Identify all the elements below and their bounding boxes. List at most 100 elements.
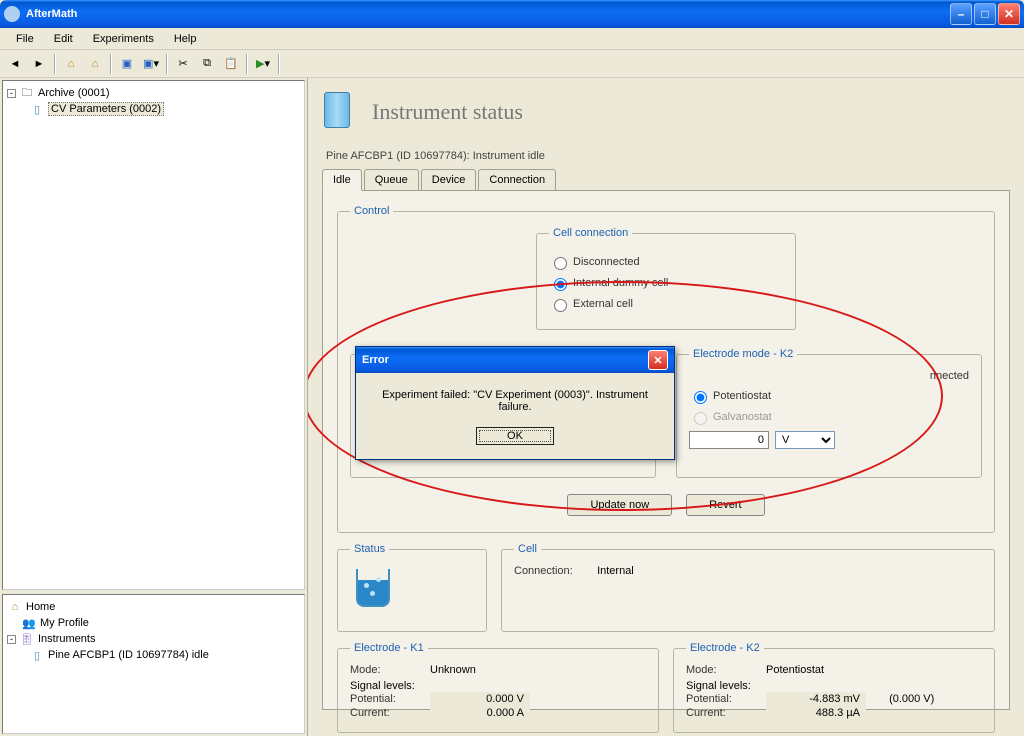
save-dropdown-button[interactable]: ▣▾ — [140, 53, 162, 75]
k2-mode-label: Mode: — [686, 664, 766, 676]
k2-pot-value: -4.883 mV — [766, 692, 866, 706]
nav-home[interactable]: ⌂ Home — [7, 599, 300, 615]
nav-pine-label: Pine AFCBP1 (ID 10697784) idle — [48, 649, 209, 661]
nav-myprofile[interactable]: 👥 My Profile — [7, 615, 300, 631]
menu-experiments[interactable]: Experiments — [83, 31, 164, 47]
nav-forward-button[interactable]: ► — [28, 53, 50, 75]
k2-partial-text: nnected — [689, 370, 969, 382]
error-dialog: Error ✕ Experiment failed: "CV Experimen… — [355, 346, 675, 460]
cylinder-icon: ▯ — [29, 648, 45, 662]
archive-icon: 🗀 — [19, 86, 35, 100]
window-close-button[interactable]: ✕ — [998, 3, 1020, 25]
control-legend: Control — [350, 205, 393, 217]
home-icon: ⌂ — [92, 58, 99, 70]
home-button[interactable]: ⌂ — [60, 53, 82, 75]
page-title: Instrument status — [372, 99, 523, 125]
revert-button[interactable]: Revert — [686, 494, 764, 516]
copy-button[interactable]: ⧉ — [196, 53, 218, 75]
nav-instruments[interactable]: - 🎚 Instruments — [7, 631, 300, 647]
nav-myprofile-label: My Profile — [40, 617, 89, 629]
page-header: Instrument status — [324, 92, 1016, 132]
radio-k2-galv-label: Galvanostat — [713, 411, 772, 423]
arrow-left-icon: ◄ — [10, 58, 21, 70]
radio-external[interactable]: External cell — [549, 296, 783, 312]
tree-node-cvparams[interactable]: ▯ CV Parameters (0002) — [7, 101, 300, 117]
cell-status-fieldset: Cell Connection: Internal — [501, 543, 995, 632]
dialog-titlebar[interactable]: Error ✕ — [356, 347, 674, 373]
profile-icon: 👥 — [21, 616, 37, 630]
nav-tree[interactable]: ⌂ Home 👥 My Profile - 🎚 Instruments ▯ Pi… — [2, 594, 305, 734]
beaker-icon — [356, 569, 392, 613]
home-alt-button[interactable]: ⌂ — [84, 53, 106, 75]
dialog-ok-button[interactable]: OK — [476, 427, 554, 445]
tree-collapse-icon[interactable]: - — [7, 89, 16, 98]
disk-icon: ▣ — [143, 57, 153, 70]
tab-idle[interactable]: Idle — [322, 169, 362, 191]
paste-icon: 📋 — [224, 57, 238, 70]
nav-back-button[interactable]: ◄ — [4, 53, 26, 75]
cell-conn-label: Connection: — [514, 565, 594, 577]
arrow-right-icon: ► — [34, 58, 45, 70]
params-icon: ▯ — [29, 102, 45, 116]
radio-k2-pot[interactable]: Potentiostat — [689, 388, 969, 404]
dialog-close-button[interactable]: ✕ — [648, 350, 668, 370]
home-icon: ⌂ — [7, 600, 23, 614]
run-button[interactable]: ▶▾ — [252, 53, 274, 75]
tree-node-archive[interactable]: - 🗀 Archive (0001) — [7, 85, 300, 101]
electrode-k2-legend: Electrode mode - K2 — [689, 348, 797, 360]
window-minimize-button[interactable]: – — [950, 3, 972, 25]
radio-k2-galv[interactable]: Galvanostat — [689, 409, 969, 425]
k2-value-input[interactable] — [689, 431, 769, 449]
paste-button[interactable]: 📋 — [220, 53, 242, 75]
menu-bar: File Edit Experiments Help — [0, 28, 1024, 50]
tab-connection[interactable]: Connection — [478, 169, 556, 191]
radio-dummy-label: Internal dummy cell — [573, 277, 668, 289]
dialog-title: Error — [362, 354, 389, 366]
radio-disconnected[interactable]: Disconnected — [549, 254, 783, 270]
menu-help[interactable]: Help — [164, 31, 207, 47]
status-k1-legend: Electrode - K1 — [350, 642, 428, 654]
disk-icon: ▣ — [122, 57, 132, 70]
status-k2-legend: Electrode - K2 — [686, 642, 764, 654]
play-icon: ▶ — [256, 57, 264, 70]
k2-pot-alt: (0.000 V) — [889, 693, 934, 705]
cell-connection-legend: Cell connection — [549, 227, 632, 239]
app-title: AfterMath — [26, 8, 77, 20]
tree-collapse-icon[interactable]: - — [7, 635, 16, 644]
k2-cur-value: 488.3 µA — [766, 706, 866, 720]
radio-k2-pot-label: Potentiostat — [713, 390, 771, 402]
status-k2-fieldset: Electrode - K2 Mode:Potentiostat Signal … — [673, 642, 995, 733]
archive-tree[interactable]: - 🗀 Archive (0001) ▯ CV Parameters (0002… — [2, 80, 305, 590]
scissors-icon: ✂ — [178, 57, 187, 70]
cell-status-legend: Cell — [514, 543, 541, 555]
instruments-icon: 🎚 — [19, 632, 35, 646]
k2-mode-value: Potentiostat — [766, 664, 824, 676]
update-now-button[interactable]: Update now — [567, 494, 672, 516]
menu-file[interactable]: File — [6, 31, 44, 47]
cell-connection-fieldset: Cell connection Disconnected Internal du… — [536, 227, 796, 330]
window-maximize-button[interactable]: □ — [974, 3, 996, 25]
k2-sig-label: Signal levels: — [686, 680, 982, 692]
tab-bar: Idle Queue Device Connection — [322, 168, 1016, 190]
tree-label-cvparams: CV Parameters (0002) — [48, 102, 164, 116]
page-subtitle: Pine AFCBP1 (ID 10697784): Instrument id… — [326, 150, 1016, 162]
k1-pot-value: 0.000 V — [430, 692, 530, 706]
tab-device[interactable]: Device — [421, 169, 477, 191]
k1-mode-label: Mode: — [350, 664, 430, 676]
toolbar: ◄ ► ⌂ ⌂ ▣ ▣▾ ✂ ⧉ 📋 ▶▾ — [0, 50, 1024, 78]
cut-button[interactable]: ✂ — [172, 53, 194, 75]
k1-sig-label: Signal levels: — [350, 680, 646, 692]
k1-cur-value: 0.000 A — [430, 706, 530, 720]
status-legend: Status — [350, 543, 389, 555]
radio-dummy[interactable]: Internal dummy cell — [549, 275, 783, 291]
cell-conn-value: Internal — [597, 565, 634, 577]
tab-queue[interactable]: Queue — [364, 169, 419, 191]
window-titlebar: AfterMath – □ ✕ — [0, 0, 1024, 28]
dialog-message: Experiment failed: "CV Experiment (0003)… — [368, 389, 662, 413]
nav-pine[interactable]: ▯ Pine AFCBP1 (ID 10697784) idle — [7, 647, 300, 663]
k2-unit-select[interactable]: V — [775, 431, 835, 449]
home-icon: ⌂ — [68, 58, 75, 70]
save-button[interactable]: ▣ — [116, 53, 138, 75]
radio-external-label: External cell — [573, 298, 633, 310]
menu-edit[interactable]: Edit — [44, 31, 83, 47]
